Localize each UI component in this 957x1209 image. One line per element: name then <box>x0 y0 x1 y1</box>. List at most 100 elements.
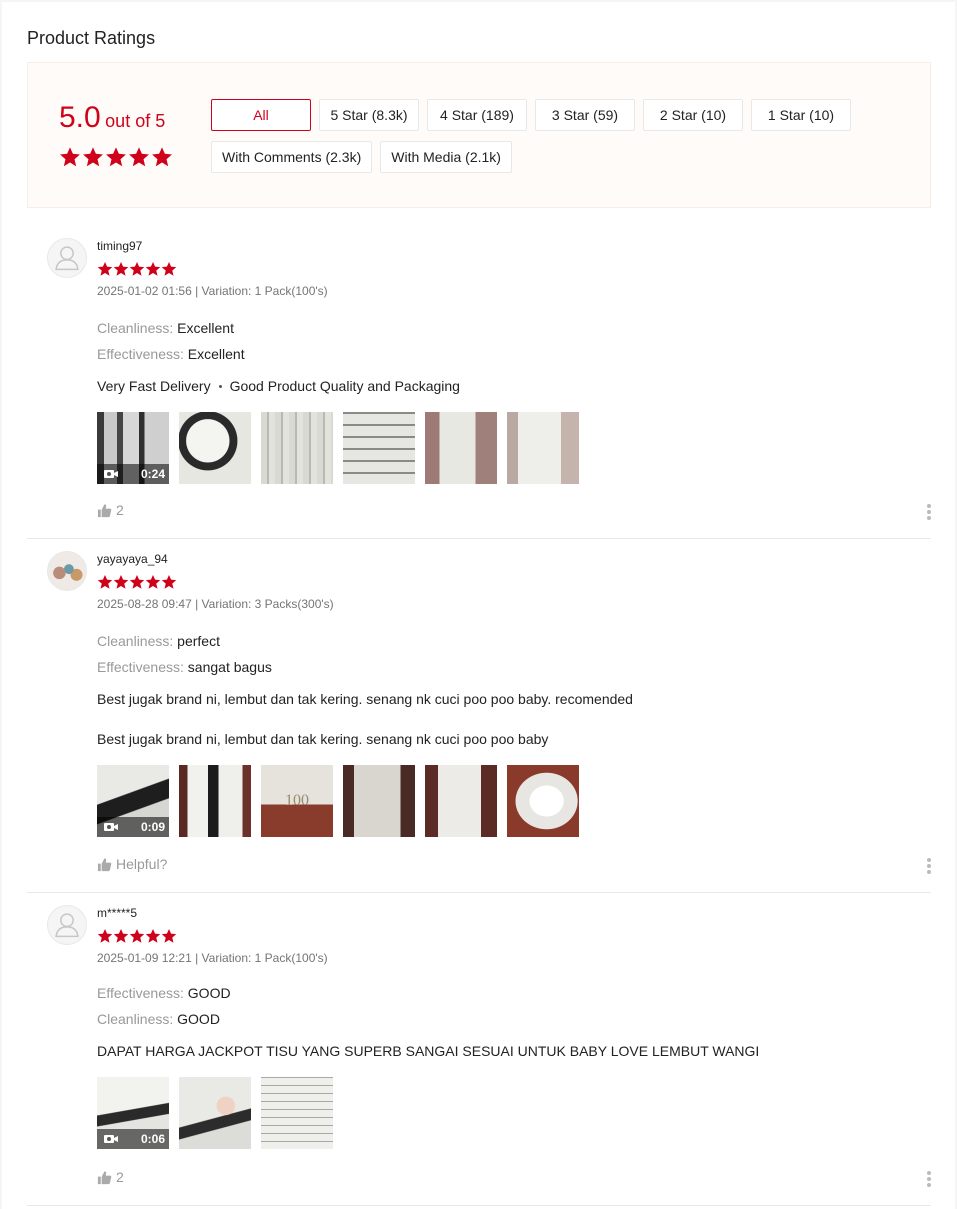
video-duration: 0:09 <box>140 820 165 834</box>
thumbs-up-icon <box>97 1170 112 1185</box>
filter-3-star[interactable]: 3 Star (59) <box>535 99 635 131</box>
review-image-thumbnail[interactable]: 100 <box>261 765 333 837</box>
star-icon <box>145 261 161 277</box>
score-value: 5.0 <box>59 101 101 134</box>
review-image-thumbnail[interactable] <box>343 412 415 484</box>
review-attribute: Cleanliness: perfect <box>97 633 220 649</box>
review-image-thumbnail[interactable] <box>343 765 415 837</box>
review-image-thumbnail[interactable] <box>425 412 497 484</box>
helpful-button[interactable]: 2 <box>97 502 124 518</box>
review-meta: 2025-01-09 12:21 | Variation: 1 Pack(100… <box>97 951 328 965</box>
avatar[interactable] <box>47 238 87 278</box>
review-image-thumbnail[interactable] <box>507 412 579 484</box>
review-meta: 2025-01-02 01:56 | Variation: 1 Pack(100… <box>97 284 328 298</box>
filter-1-star[interactable]: 1 Star (10) <box>751 99 851 131</box>
helpful-label: Helpful? <box>116 856 168 872</box>
star-icon <box>129 928 145 944</box>
filter-4-star[interactable]: 4 Star (189) <box>427 99 527 131</box>
thumbs-up-icon <box>97 857 112 872</box>
helpful-count: 2 <box>116 502 124 518</box>
video-camera-icon <box>103 468 119 480</box>
attribute-value: GOOD <box>187 985 231 1001</box>
review-stars <box>97 574 177 590</box>
attribute-value: Excellent <box>187 346 245 362</box>
attribute-value: Excellent <box>177 320 234 336</box>
star-icon <box>113 261 129 277</box>
filter-all[interactable]: All <box>211 99 311 131</box>
review-attribute: Effectiveness: sangat bagus <box>97 659 272 675</box>
attribute-key: Effectiveness: <box>97 985 184 1001</box>
review-media: 0:24 <box>97 412 579 484</box>
review-image-thumbnail[interactable] <box>261 412 333 484</box>
review-image-thumbnail[interactable] <box>507 765 579 837</box>
review-media: 0:09 100 <box>97 765 579 837</box>
attribute-value: GOOD <box>177 1011 220 1027</box>
attribute-value: sangat bagus <box>187 659 272 675</box>
attribute-value: perfect <box>177 633 220 649</box>
avatar[interactable] <box>47 905 87 945</box>
default-avatar-icon <box>48 238 86 278</box>
comment-tag: Good Product Quality and Packaging <box>229 378 460 394</box>
review-image-thumbnail[interactable] <box>179 412 251 484</box>
score-out-of: out of 5 <box>105 111 166 131</box>
review-username[interactable]: m*****5 <box>97 906 137 920</box>
review-attribute: Effectiveness: Excellent <box>97 346 245 362</box>
filter-2-star[interactable]: 2 Star (10) <box>643 99 743 131</box>
filter-5-star[interactable]: 5 Star (8.3k) <box>319 99 419 131</box>
avatar[interactable] <box>47 551 87 591</box>
review-comment: Best jugak brand ni, lembut dan tak keri… <box>97 691 633 707</box>
pack-count-label: 100 <box>285 792 309 809</box>
attribute-key: Effectiveness: <box>97 346 184 362</box>
filter-with-media[interactable]: With Media (2.1k) <box>380 141 512 173</box>
review-attribute: Effectiveness: GOOD <box>97 985 231 1001</box>
review-meta: 2025-08-28 09:47 | Variation: 3 Packs(30… <box>97 597 334 611</box>
review-media: 0:06 <box>97 1077 333 1149</box>
review-comment: DAPAT HARGA JACKPOT TISU YANG SUPERB SAN… <box>97 1043 760 1059</box>
review-comment: Best jugak brand ni, lembut dan tak keri… <box>97 731 549 747</box>
star-icon <box>128 146 150 168</box>
filter-with-comments[interactable]: With Comments (2.3k) <box>211 141 373 173</box>
star-icon <box>97 261 113 277</box>
review-image-thumbnail[interactable] <box>261 1077 333 1149</box>
review-image-thumbnail[interactable] <box>179 1077 251 1149</box>
comment-tag: Very Fast Delivery <box>97 378 211 394</box>
helpful-button[interactable]: Helpful? <box>97 856 167 872</box>
more-options-icon[interactable] <box>927 504 931 520</box>
star-icon <box>145 574 161 590</box>
section-title: Product Ratings <box>27 28 156 48</box>
review-image-thumbnail[interactable] <box>179 765 251 837</box>
default-avatar-icon <box>48 905 86 945</box>
review-username[interactable]: timing97 <box>97 239 142 253</box>
more-options-icon[interactable] <box>927 1171 931 1187</box>
review-video-thumbnail[interactable]: 0:09 <box>97 765 169 837</box>
more-options-icon[interactable] <box>927 858 931 874</box>
star-icon <box>161 261 177 277</box>
review-username[interactable]: yayayaya_94 <box>97 552 168 566</box>
review-image-thumbnail[interactable] <box>425 765 497 837</box>
video-camera-icon <box>103 821 119 833</box>
review-video-thumbnail[interactable]: 0:24 <box>97 412 169 484</box>
review-stars <box>97 928 177 944</box>
star-icon <box>97 574 113 590</box>
review-item: yayayaya_94 2025-08-28 09:47 | Variation… <box>27 539 931 893</box>
review-video-thumbnail[interactable]: 0:06 <box>97 1077 169 1149</box>
star-icon <box>82 146 104 168</box>
star-icon <box>151 146 173 168</box>
thumbs-up-icon <box>97 503 112 518</box>
rating-filters: All 5 Star (8.3k) 4 Star (189) 3 Star (5… <box>211 99 911 173</box>
star-icon <box>113 574 129 590</box>
review-attribute: Cleanliness: Excellent <box>97 320 234 336</box>
helpful-button[interactable]: 2 <box>97 1169 124 1185</box>
star-icon <box>145 928 161 944</box>
attribute-key: Cleanliness: <box>97 320 174 336</box>
review-item: timing97 2025-01-02 01:56 | Variation: 1… <box>27 226 931 539</box>
star-icon <box>97 928 113 944</box>
video-duration-bar: 0:09 <box>97 817 169 837</box>
star-icon <box>105 146 127 168</box>
helpful-count: 2 <box>116 1169 124 1185</box>
attribute-key: Cleanliness: <box>97 633 174 649</box>
review-stars <box>97 261 177 277</box>
star-icon <box>129 574 145 590</box>
video-duration-bar: 0:06 <box>97 1129 169 1149</box>
video-duration-bar: 0:24 <box>97 464 169 484</box>
